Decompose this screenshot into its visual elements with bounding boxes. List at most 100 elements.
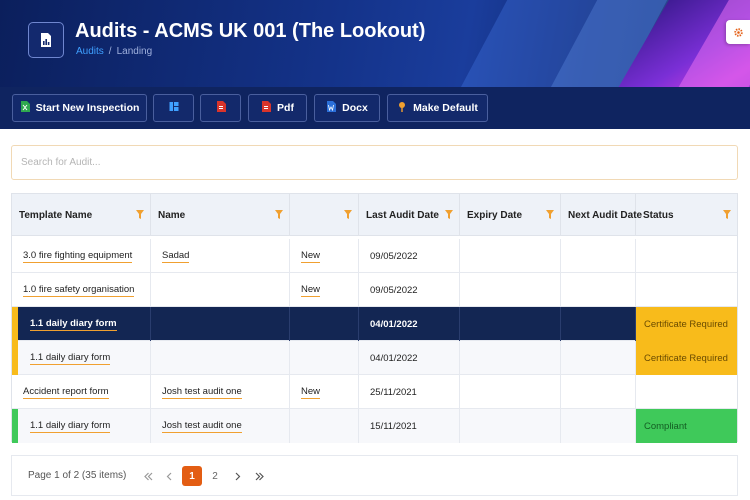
last-audit-date-cell: 04/01/2022 [359, 307, 460, 341]
next-page-icon[interactable] [227, 466, 247, 486]
column-header-label: Status [643, 209, 674, 221]
make-default-label: Make Default [413, 102, 478, 114]
last-audit-date-cell: 15/11/2021 [359, 409, 460, 443]
template-link[interactable]: 3.0 fire fighting equipment [23, 250, 133, 263]
expiry-date-cell [460, 341, 561, 375]
column-header-template-name[interactable]: Template Name [12, 194, 151, 236]
column-chooser-button[interactable] [153, 94, 194, 122]
column-header-label: Last Audit Date [366, 209, 439, 221]
export-pdf-icon-button[interactable] [200, 94, 241, 122]
name-cell [151, 341, 290, 375]
first-page-icon[interactable] [138, 466, 158, 486]
column-header-label: Template Name [19, 209, 93, 221]
status-cell [636, 273, 737, 307]
columns-icon [169, 101, 179, 115]
state-cell [290, 307, 359, 341]
state-cell [290, 409, 359, 443]
name-cell [151, 307, 290, 341]
pager-info: Page 1 of 2 (35 items) [28, 470, 127, 481]
template-link[interactable]: 1.1 daily diary form [30, 420, 111, 433]
next-audit-date-cell [561, 239, 636, 273]
filter-icon[interactable] [275, 210, 283, 219]
template-cell: 3.0 fire fighting equipment [12, 239, 151, 273]
name-link[interactable]: Josh test audit one [162, 386, 242, 399]
column-header-label: Next Audit Date [568, 209, 643, 221]
status-cell: Compliant [636, 409, 737, 443]
table-row[interactable]: 1.1 daily diary form 04/01/2022 Certific… [12, 341, 737, 375]
state-link[interactable]: New [301, 250, 321, 263]
column-header-last-audit-date[interactable]: Last Audit Date [359, 194, 460, 236]
table-row-selected[interactable]: 1.1 daily diary form 04/01/2022 Certific… [12, 307, 737, 341]
filter-icon[interactable] [723, 210, 731, 219]
column-header-expiry-date[interactable]: Expiry Date [460, 194, 561, 236]
file-pdf-icon [261, 101, 272, 115]
table-row[interactable]: 1.1 daily diary form Josh test audit one… [12, 409, 737, 443]
template-link[interactable]: 1.1 daily diary form [30, 318, 117, 331]
next-audit-date-cell [561, 273, 636, 307]
page-title: Audits - ACMS UK 001 (The Lookout) [75, 20, 426, 42]
docx-button[interactable]: Docx [314, 94, 380, 122]
column-header-state[interactable] [290, 194, 359, 236]
column-header-next-audit-date[interactable]: Next Audit Date [561, 194, 642, 236]
name-link[interactable]: Sadad [162, 250, 190, 263]
state-cell [290, 341, 359, 375]
expiry-date-cell [460, 239, 561, 273]
toolbar: Start New Inspection Pdf Docx Make Defau… [0, 87, 750, 129]
expiry-date-cell [460, 273, 561, 307]
status-cell: Certificate Required [636, 341, 737, 375]
breadcrumb-separator: / [108, 46, 112, 57]
state-link[interactable]: New [301, 284, 321, 297]
next-audit-date-cell [561, 409, 636, 443]
file-word-icon [326, 101, 337, 115]
next-audit-date-cell [561, 341, 636, 375]
table-row[interactable]: Accident report form Josh test audit one… [12, 375, 737, 409]
page-button-2[interactable]: 2 [205, 466, 225, 486]
status-cell: Certificate Required [636, 307, 737, 341]
name-cell: Josh test audit one [151, 375, 290, 409]
start-new-inspection-button[interactable]: Start New Inspection [12, 94, 147, 122]
filter-icon[interactable] [445, 210, 453, 219]
last-page-icon[interactable] [249, 466, 269, 486]
filter-icon[interactable] [546, 210, 554, 219]
page-button-1[interactable]: 1 [182, 466, 202, 486]
template-link[interactable]: 1.1 daily diary form [30, 352, 111, 365]
report-chart-icon [28, 22, 64, 58]
column-header-status[interactable]: Status [636, 194, 737, 236]
state-cell: New [290, 273, 359, 307]
template-cell: 1.0 fire safety organisation [12, 273, 151, 307]
status-cell [636, 239, 737, 273]
next-audit-date-cell [561, 375, 636, 409]
pdf-label: Pdf [277, 102, 294, 114]
filter-icon[interactable] [136, 210, 144, 219]
breadcrumb-audits-link[interactable]: Audits [76, 46, 104, 57]
state-link[interactable]: New [301, 386, 321, 399]
last-audit-date-cell: 04/01/2022 [359, 341, 460, 375]
filter-icon[interactable] [344, 210, 352, 219]
header-banner: Audits - ACMS UK 001 (The Lookout) Audit… [0, 0, 750, 87]
last-audit-date-cell: 25/11/2021 [359, 375, 460, 409]
template-cell: Accident report form [12, 375, 151, 409]
expiry-date-cell [460, 409, 561, 443]
last-audit-date-cell: 09/05/2022 [359, 273, 460, 307]
gear-icon[interactable] [726, 20, 750, 44]
template-link[interactable]: 1.0 fire safety organisation [23, 284, 135, 297]
table-row[interactable]: 1.0 fire safety organisation New 09/05/2… [12, 273, 737, 307]
file-pdf-icon [216, 101, 226, 115]
docx-label: Docx [342, 102, 368, 114]
expiry-date-cell [460, 375, 561, 409]
template-link[interactable]: Accident report form [23, 386, 109, 399]
status-cell [636, 375, 737, 409]
make-default-button[interactable]: Make Default [387, 94, 488, 122]
pdf-button[interactable]: Pdf [248, 94, 307, 122]
previous-page-icon[interactable] [159, 466, 179, 486]
name-link[interactable]: Josh test audit one [162, 420, 242, 433]
pager: Page 1 of 2 (35 items) 1 2 [11, 455, 738, 496]
breadcrumb: Audits / Landing [76, 46, 152, 57]
name-cell: Josh test audit one [151, 409, 290, 443]
search-input[interactable] [11, 145, 738, 180]
table-row[interactable]: 3.0 fire fighting equipment Sadad New 09… [12, 239, 737, 273]
next-audit-date-cell [561, 307, 636, 341]
template-cell: 1.1 daily diary form [12, 341, 151, 375]
column-header-name[interactable]: Name [151, 194, 290, 236]
pin-icon [397, 101, 407, 115]
